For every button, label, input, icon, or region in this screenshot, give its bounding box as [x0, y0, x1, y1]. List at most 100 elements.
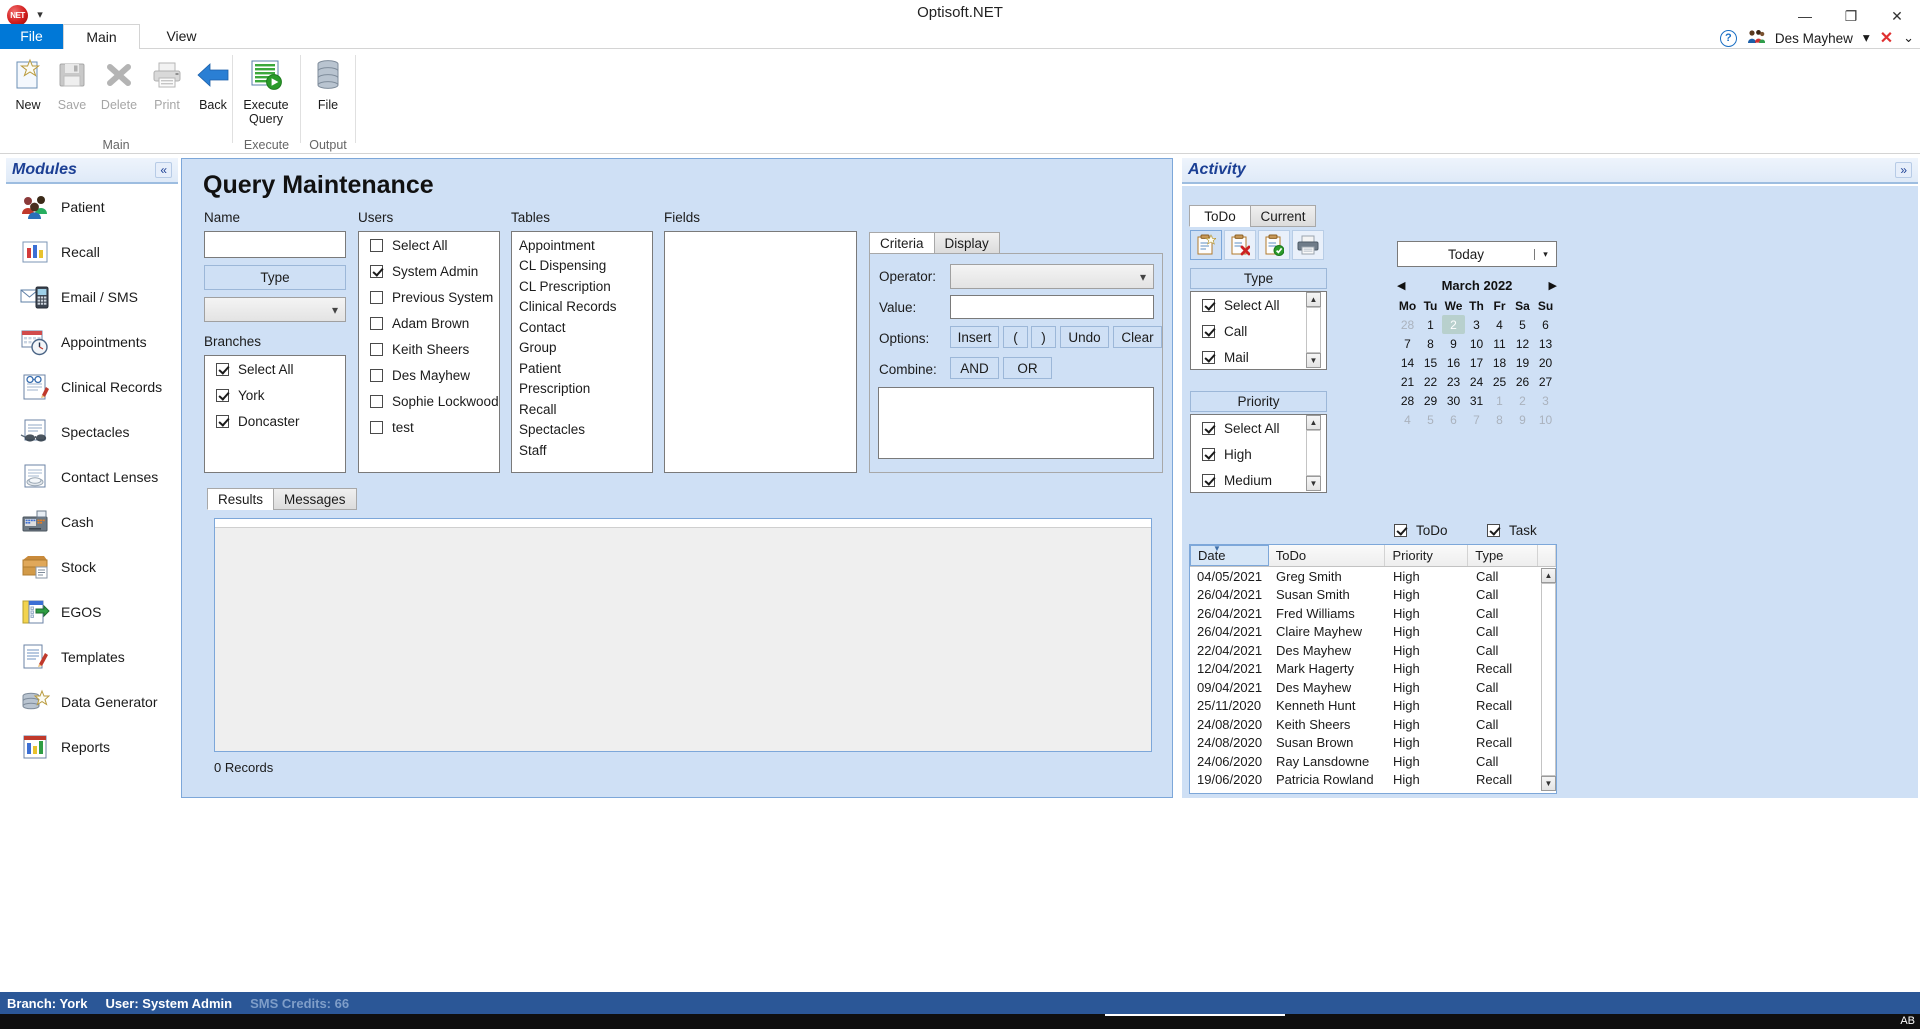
- priority-scroll-down-button[interactable]: ▼: [1306, 476, 1321, 491]
- or-button[interactable]: OR: [1003, 357, 1052, 379]
- sidebar-item-egos[interactable]: EGOS: [6, 589, 178, 634]
- calendar-day[interactable]: 12: [1511, 334, 1534, 353]
- users-item-system-admin[interactable]: System Admin: [359, 258, 499, 284]
- tables-item[interactable]: Spectacles: [512, 420, 652, 441]
- checkbox-icon[interactable]: [1202, 447, 1215, 461]
- branches-item-doncaster[interactable]: Doncaster: [205, 408, 345, 434]
- users-item-select-all[interactable]: Select All: [359, 232, 499, 258]
- calendar-day[interactable]: 8: [1488, 410, 1511, 429]
- calendar-day[interactable]: 1: [1419, 315, 1442, 334]
- calendar-day[interactable]: 9: [1442, 334, 1465, 353]
- calendar-day[interactable]: 10: [1465, 334, 1488, 353]
- calendar-day[interactable]: 19: [1511, 353, 1534, 372]
- checkbox-icon[interactable]: [1202, 324, 1215, 338]
- type-scroll-down-button[interactable]: ▼: [1306, 353, 1321, 368]
- sidebar-item-clinical-records[interactable]: Clinical Records: [6, 364, 178, 409]
- tab-messages[interactable]: Messages: [273, 488, 357, 510]
- calendar-day[interactable]: 1: [1488, 391, 1511, 410]
- table-row[interactable]: 24/08/2020 Keith Sheers High Call: [1190, 715, 1556, 734]
- calendar-day[interactable]: 2: [1511, 391, 1534, 410]
- table-row[interactable]: 19/06/2020 Patricia Rowland High Recall: [1190, 771, 1556, 790]
- branches-listbox[interactable]: Select All York Doncaster: [204, 355, 346, 473]
- users-item-des-mayhew[interactable]: Des Mayhew: [359, 362, 499, 388]
- delete-todo-button[interactable]: [1224, 230, 1256, 260]
- calendar-day[interactable]: 20: [1534, 353, 1557, 372]
- chevron-down-icon[interactable]: ⌄: [1903, 30, 1914, 46]
- checkbox-icon[interactable]: [370, 238, 383, 252]
- name-input[interactable]: [204, 231, 346, 258]
- calendar-next-button[interactable]: ▶: [1549, 279, 1557, 292]
- table-row[interactable]: 04/05/2021 Greg Smith High Call: [1190, 567, 1556, 586]
- checkbox-icon[interactable]: [216, 388, 229, 402]
- tables-item[interactable]: CL Prescription: [512, 276, 652, 297]
- calendar-prev-button[interactable]: ◀: [1397, 279, 1405, 292]
- tables-item[interactable]: Clinical Records: [512, 297, 652, 318]
- checkbox-icon[interactable]: [1202, 298, 1215, 312]
- checkbox-icon[interactable]: [216, 362, 229, 376]
- tab-todo[interactable]: ToDo: [1189, 205, 1251, 227]
- table-row[interactable]: 26/04/2021 Fred Williams High Call: [1190, 604, 1556, 623]
- users-item-adam-brown[interactable]: Adam Brown: [359, 310, 499, 336]
- results-grid[interactable]: [214, 518, 1152, 752]
- checkbox-icon[interactable]: [1202, 421, 1215, 435]
- calendar-day[interactable]: 3: [1534, 391, 1557, 410]
- ribbon-user-name[interactable]: Des Mayhew: [1775, 31, 1853, 46]
- tables-item[interactable]: Staff: [512, 440, 652, 461]
- table-row[interactable]: 18/06/2020 Joyce Watts High Recall: [1190, 789, 1556, 793]
- filter-task[interactable]: Task: [1487, 517, 1537, 543]
- calendar-day[interactable]: 17: [1465, 353, 1488, 372]
- calendar-day[interactable]: 22: [1419, 372, 1442, 391]
- print-todo-button[interactable]: [1292, 230, 1324, 260]
- type-button[interactable]: Type: [204, 265, 346, 290]
- tables-item[interactable]: Patient: [512, 358, 652, 379]
- calendar-day[interactable]: 6: [1442, 410, 1465, 429]
- calendar-day[interactable]: 3: [1465, 315, 1488, 334]
- and-button[interactable]: AND: [950, 357, 999, 379]
- activity-expand-button[interactable]: »: [1895, 162, 1912, 178]
- checkbox-icon[interactable]: [216, 414, 229, 428]
- table-row[interactable]: 26/04/2021 Susan Smith High Call: [1190, 586, 1556, 605]
- calendar-day[interactable]: 9: [1511, 410, 1534, 429]
- sidebar-item-reports[interactable]: Reports: [6, 724, 178, 769]
- calendar-day[interactable]: 10: [1534, 410, 1557, 429]
- calendar-day[interactable]: 23: [1442, 372, 1465, 391]
- sidebar-item-data-generator[interactable]: Data Generator: [6, 679, 178, 724]
- criteria-expression-textarea[interactable]: [878, 387, 1154, 459]
- sidebar-item-contact-lenses[interactable]: Contact Lenses: [6, 454, 178, 499]
- tab-criteria[interactable]: Criteria: [869, 232, 935, 254]
- table-row[interactable]: 22/04/2021 Des Mayhew High Call: [1190, 641, 1556, 660]
- user-dropdown-caret-icon[interactable]: ▾: [1863, 30, 1870, 46]
- table-row[interactable]: 26/04/2021 Claire Mayhew High Call: [1190, 623, 1556, 642]
- new-todo-button[interactable]: [1190, 230, 1222, 260]
- filter-todo[interactable]: ToDo: [1394, 517, 1448, 543]
- branches-item-york[interactable]: York: [205, 382, 345, 408]
- table-row[interactable]: 24/08/2020 Susan Brown High Recall: [1190, 734, 1556, 753]
- tables-item[interactable]: Group: [512, 338, 652, 359]
- checkbox-icon[interactable]: [370, 368, 383, 382]
- value-input[interactable]: [950, 295, 1154, 319]
- users-item-sophie-lockwood[interactable]: Sophie Lockwood: [359, 388, 499, 414]
- complete-todo-button[interactable]: [1258, 230, 1290, 260]
- sidebar-item-recall[interactable]: Recall: [6, 229, 178, 274]
- priority-scroll-up-button[interactable]: ▲: [1306, 415, 1321, 430]
- insert-button[interactable]: Insert: [950, 326, 999, 348]
- calendar-day[interactable]: 27: [1534, 372, 1557, 391]
- tab-results[interactable]: Results: [207, 488, 275, 510]
- help-icon[interactable]: ?: [1719, 29, 1737, 47]
- checkbox-icon[interactable]: [370, 394, 383, 408]
- tab-display[interactable]: Display: [933, 232, 1000, 254]
- checkbox-icon[interactable]: [370, 420, 383, 434]
- calendar-day[interactable]: 4: [1396, 410, 1419, 429]
- sidebar-item-email-sms[interactable]: Email / SMS: [6, 274, 178, 319]
- calendar-day[interactable]: 14: [1396, 353, 1419, 372]
- calendar-day[interactable]: 4: [1488, 315, 1511, 334]
- tables-item[interactable]: CL Dispensing: [512, 256, 652, 277]
- checkbox-icon[interactable]: [1487, 523, 1500, 537]
- table-row[interactable]: 09/04/2021 Des Mayhew High Call: [1190, 678, 1556, 697]
- calendar-day[interactable]: 7: [1396, 334, 1419, 353]
- calendar-day[interactable]: 26: [1511, 372, 1534, 391]
- calendar-grid[interactable]: Mo Tu We Th Fr Sa Su 28 1 2 3 4 5 6 7 8 …: [1396, 296, 1557, 429]
- calendar-day[interactable]: 6: [1534, 315, 1557, 334]
- checkbox-icon[interactable]: [370, 264, 383, 278]
- calendar-day[interactable]: 15: [1419, 353, 1442, 372]
